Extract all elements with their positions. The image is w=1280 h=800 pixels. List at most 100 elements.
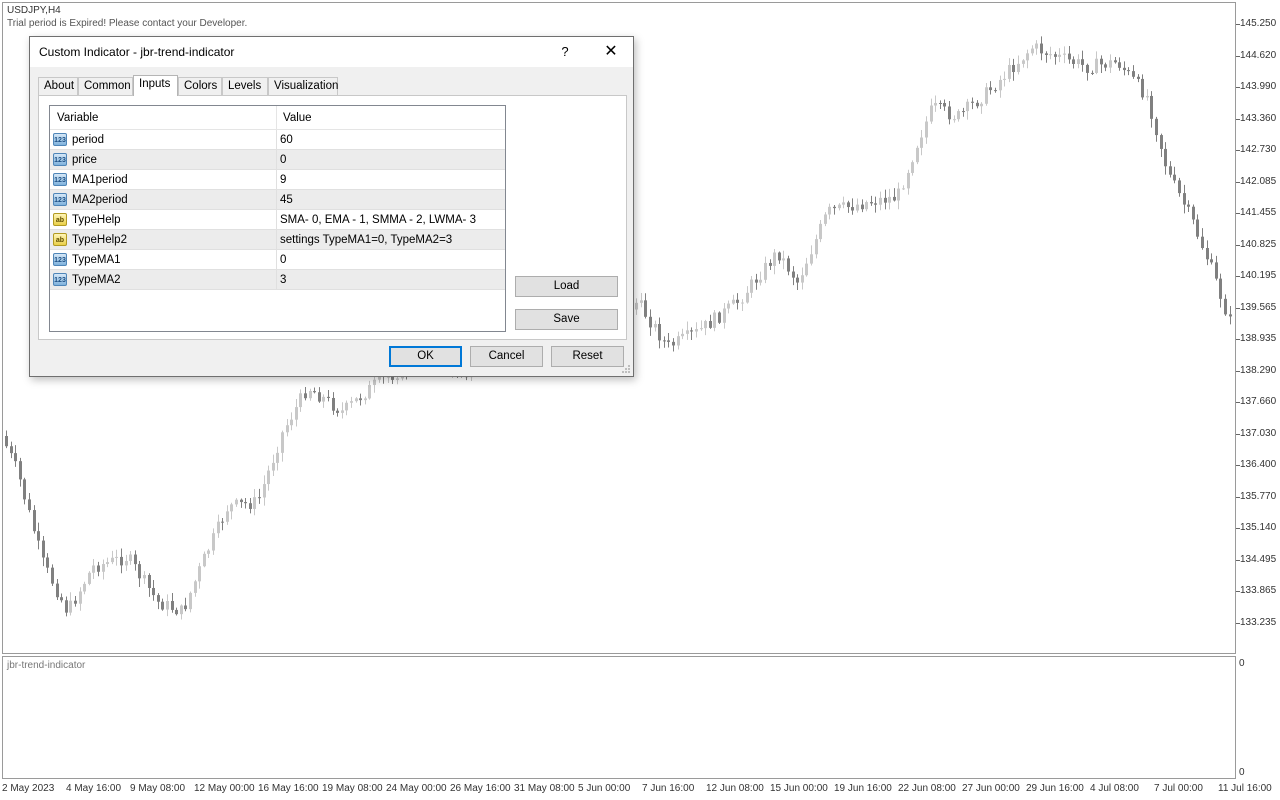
input-value-field[interactable]: 9 — [280, 174, 286, 186]
candle-body — [966, 101, 969, 112]
price-label: 144.620 — [1240, 49, 1277, 61]
help-button[interactable]: ? — [558, 40, 572, 64]
dialog-title: Custom Indicator - jbr-trend-indicator — [39, 45, 235, 59]
input-row-typema2[interactable]: 123 TypeMA2 3 — [50, 270, 505, 290]
input-value-field[interactable]: settings TypeMA1=0, TypeMA2=3 — [280, 234, 452, 246]
candle-body — [1132, 71, 1135, 77]
input-variable-name: MA2period — [72, 194, 128, 206]
candle-body — [695, 329, 698, 332]
candle-body — [345, 402, 348, 411]
candle-body — [999, 79, 1002, 91]
chart-expired-message: Trial period is Expired! Please contact … — [7, 18, 248, 29]
input-value-field[interactable]: 45 — [280, 194, 293, 206]
candle-body — [327, 396, 330, 398]
candle-body — [1003, 78, 1006, 80]
cancel-button[interactable]: Cancel — [470, 346, 543, 367]
input-row-ma2period[interactable]: 123 MA2period 45 — [50, 190, 505, 210]
candle-body — [644, 300, 647, 317]
candle-body — [718, 312, 721, 323]
tab-colors[interactable]: Colors — [178, 77, 222, 95]
candle-body — [948, 106, 951, 120]
input-row-typehelp2[interactable]: ab TypeHelp2 settings TypeMA1=0, TypeMA2=3 — [50, 230, 505, 250]
tab-common[interactable]: Common — [78, 77, 133, 95]
input-variable-name: TypeHelp — [72, 214, 121, 226]
column-header-value[interactable]: Value — [283, 112, 312, 124]
candle-body — [1155, 118, 1158, 136]
tab-about[interactable]: About — [38, 77, 78, 95]
candle-body — [1031, 48, 1034, 54]
candle-body — [704, 321, 707, 329]
price-label: 137.030 — [1240, 427, 1277, 439]
indicator-subwindow[interactable] — [2, 656, 1236, 779]
candle-body — [801, 275, 804, 283]
candle-body — [102, 564, 105, 572]
candle-body — [332, 397, 335, 411]
candle-body — [750, 279, 753, 293]
tab-visualization[interactable]: Visualization — [268, 77, 338, 95]
candle-body — [42, 540, 45, 558]
input-value-field[interactable]: SMA- 0, EMA - 1, SMMA - 2, LWMA- 3 — [280, 214, 476, 226]
reset-button[interactable]: Reset — [551, 346, 624, 367]
save-button[interactable]: Save — [515, 309, 618, 330]
candle-body — [1091, 72, 1094, 74]
candle-body — [272, 462, 275, 471]
price-label: 137.660 — [1240, 396, 1277, 407]
candle-body — [1077, 59, 1080, 64]
input-variable-name: price — [72, 154, 97, 166]
candle-body — [235, 499, 238, 505]
input-value-field[interactable]: 0 — [280, 154, 286, 166]
candle-body — [957, 111, 960, 120]
time-label: 7 Jun 16:00 — [642, 783, 695, 794]
input-value-field[interactable]: 3 — [280, 274, 286, 286]
price-label: 142.085 — [1240, 175, 1277, 187]
input-row-typehelp[interactable]: ab TypeHelp SMA- 0, EMA - 1, SMMA - 2, LWM… — [50, 210, 505, 230]
candle-body — [700, 328, 703, 330]
candle-body — [989, 87, 992, 91]
input-value-field[interactable]: 60 — [280, 134, 293, 146]
resize-grip-icon[interactable] — [621, 364, 631, 374]
candle-body — [1049, 54, 1052, 56]
tab-levels[interactable]: Levels — [222, 77, 268, 95]
candle-body — [911, 162, 914, 173]
candle-body — [1229, 314, 1232, 317]
candle-body — [805, 263, 808, 276]
dialog-titlebar[interactable]: Custom Indicator - jbr-trend-indicator ?… — [30, 37, 633, 67]
candle-body — [33, 510, 36, 532]
input-row-price[interactable]: 123 price 0 — [50, 150, 505, 170]
candle-body — [1008, 64, 1011, 79]
candle-body — [336, 410, 339, 413]
candle-body — [934, 102, 937, 106]
candle-body — [161, 601, 164, 610]
candle-body — [874, 203, 877, 205]
input-row-typema1[interactable]: 123 TypeMA1 0 — [50, 250, 505, 270]
column-header-variable[interactable]: Variable — [57, 112, 98, 124]
candle-body — [635, 302, 638, 310]
input-row-ma1period[interactable]: 123 MA1period 9 — [50, 170, 505, 190]
candle-body — [709, 321, 712, 328]
load-button[interactable]: Load — [515, 276, 618, 297]
time-label: 26 May 16:00 — [450, 783, 511, 794]
price-label: 139.565 — [1240, 301, 1277, 313]
close-icon[interactable]: ✕ — [596, 40, 626, 64]
input-value-field[interactable]: 0 — [280, 254, 286, 266]
time-label: 29 Jun 16:00 — [1026, 783, 1084, 794]
tab-inputs[interactable]: Inputs — [133, 75, 178, 96]
inputs-grid[interactable]: Variable Value 123 period 60 123 price 0 123 MA… — [49, 105, 506, 332]
candle-body — [1210, 259, 1213, 263]
candle-body — [157, 595, 160, 602]
numeric-icon: 123 — [53, 153, 67, 166]
candle-body — [1118, 62, 1121, 68]
candle-body — [856, 204, 859, 211]
candle-body — [953, 119, 956, 121]
time-label: 12 Jun 08:00 — [706, 783, 764, 794]
candle-body — [907, 172, 910, 189]
input-row-period[interactable]: 123 period 60 — [50, 130, 505, 150]
candle-body — [792, 271, 795, 278]
candle-body — [1187, 204, 1190, 207]
candle-body — [994, 90, 997, 92]
candle-body — [88, 572, 91, 584]
time-label: 19 Jun 16:00 — [834, 783, 892, 794]
candle-body — [125, 560, 128, 566]
ok-button[interactable]: OK — [389, 346, 462, 367]
candle-body — [97, 565, 100, 572]
